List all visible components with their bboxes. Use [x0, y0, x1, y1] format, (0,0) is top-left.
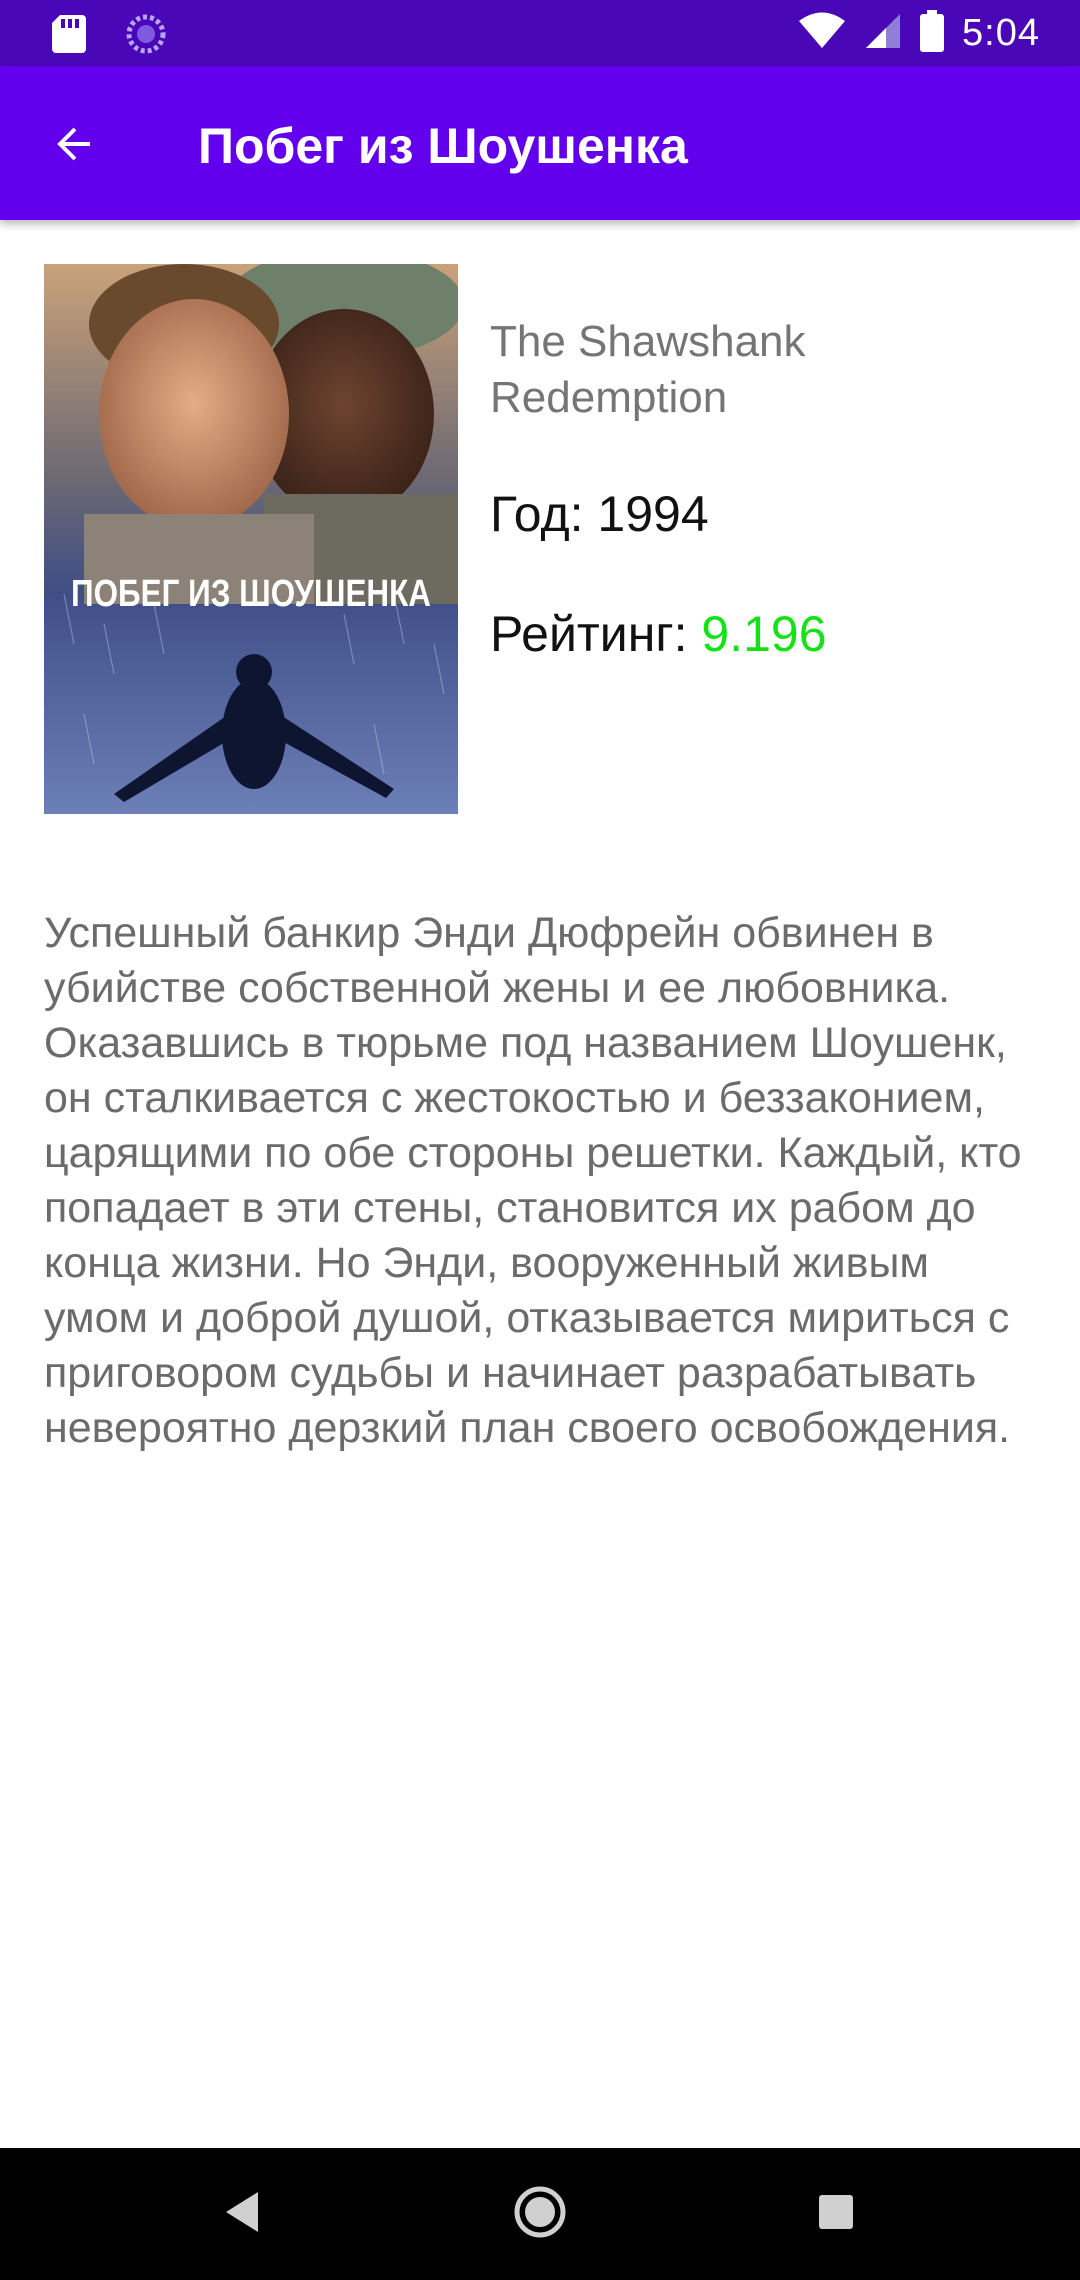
poster-title: ПОБЕГ ИЗ ШОУШЕНКА [71, 573, 431, 615]
rating-row: Рейтинг: 9.196 [490, 604, 1050, 664]
sd-card-icon [52, 15, 86, 58]
movie-details-screen: 5:04 Побег из Шоушенка ПОБЕГ ИЗ ШОУШЕНКА… [0, 0, 1080, 2280]
movie-poster: ПОБЕГ ИЗ ШОУШЕНКА [44, 264, 458, 814]
app-bar: Побег из Шоушенка [0, 66, 1080, 220]
sync-icon [126, 14, 166, 59]
arrow-back-icon [50, 120, 98, 173]
wifi-icon [798, 12, 846, 55]
home-nav-icon [512, 2184, 568, 2245]
status-bar: 5:04 [0, 0, 1080, 66]
year-row: Год: 1994 [490, 484, 1050, 544]
year-label: Год: [490, 486, 584, 542]
signal-icon [864, 12, 902, 55]
back-nav-button[interactable] [206, 2178, 278, 2250]
clock-time: 5:04 [962, 12, 1040, 54]
system-nav-bar [0, 2148, 1080, 2280]
rating-value: 9.196 [701, 606, 827, 662]
recents-nav-button[interactable] [800, 2178, 872, 2250]
battery-icon [920, 9, 945, 57]
recents-nav-icon [816, 2192, 856, 2237]
original-title: The Shawshank Redemption [490, 317, 806, 422]
back-nav-icon [222, 2190, 262, 2239]
page-title: Побег из Шоушенка [198, 118, 688, 174]
year-value: 1994 [597, 486, 709, 542]
movie-info: The Shawshank Redemption Год: 1994 Рейти… [490, 314, 1050, 664]
movie-description: Успешный банкир Энди Дюфрейн обвинен в у… [44, 909, 1022, 1452]
home-nav-button[interactable] [504, 2178, 576, 2250]
rating-label: Рейтинг: [490, 606, 688, 662]
back-button[interactable] [34, 106, 114, 186]
